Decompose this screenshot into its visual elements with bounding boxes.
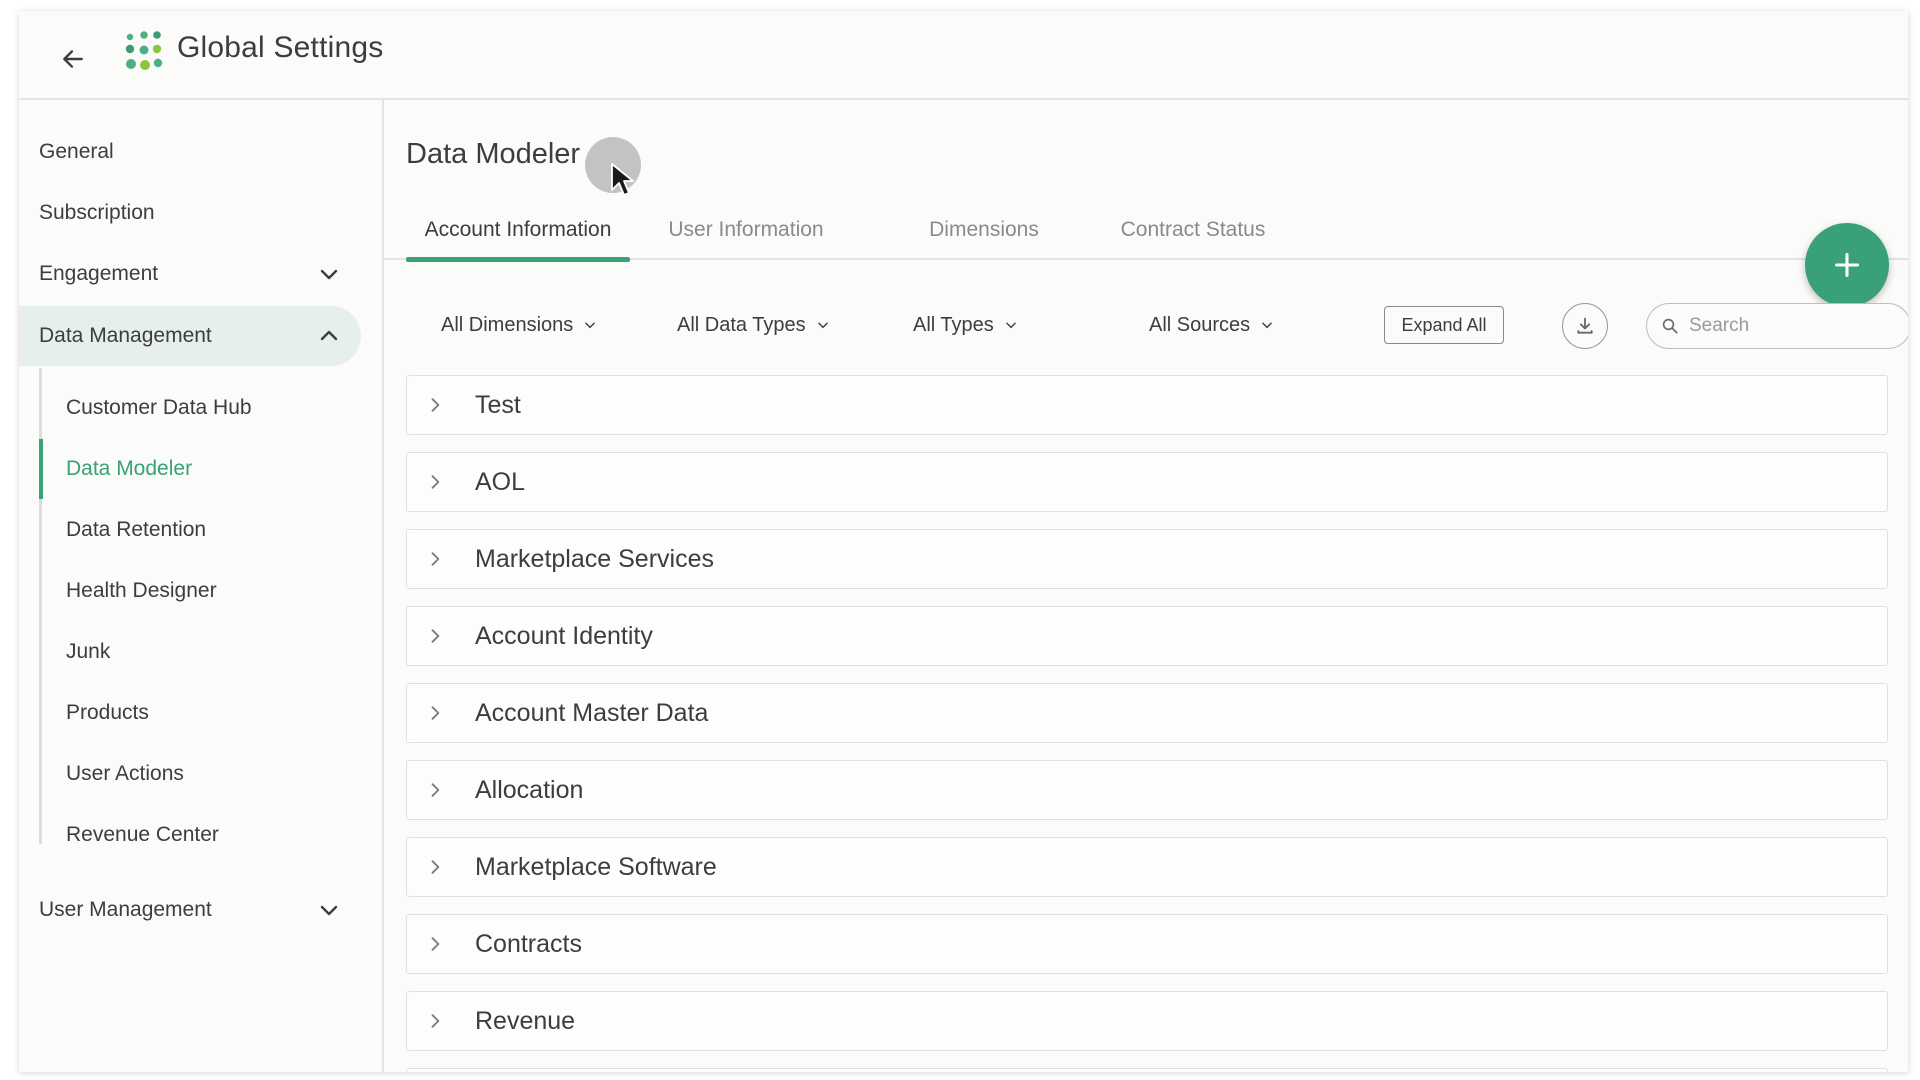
tab-label: User Information bbox=[668, 218, 824, 241]
sidebar-subitem-data-retention[interactable]: Data Retention bbox=[39, 500, 361, 560]
group-label: AOL bbox=[475, 467, 526, 496]
sidebar-subitem-label: Revenue Center bbox=[66, 823, 219, 846]
chevron-right-icon bbox=[431, 475, 440, 489]
sidebar-subitem-label: Data Retention bbox=[66, 518, 207, 541]
sidebar-item-label: User Management bbox=[39, 898, 212, 921]
sidebar-subitem-user-actions[interactable]: User Actions bbox=[39, 744, 361, 804]
sidebar-item-label: Data Management bbox=[39, 324, 212, 347]
chevron-right-icon bbox=[431, 552, 440, 566]
group-label: Marketplace Services bbox=[475, 544, 714, 573]
app-title: Global Settings bbox=[177, 31, 384, 64]
group-row-test[interactable]: Test bbox=[406, 375, 1888, 435]
filter-all-types[interactable]: All Types bbox=[913, 305, 1018, 345]
download-icon bbox=[1577, 317, 1593, 334]
chevron-right-icon bbox=[431, 398, 440, 412]
filter-label: All Types bbox=[913, 313, 994, 336]
tab-bar: Account Information User Information Dim… bbox=[384, 200, 1908, 262]
sidebar-item-user-management[interactable]: User Management bbox=[19, 880, 361, 940]
sidebar-item-subscription[interactable]: Subscription bbox=[19, 183, 361, 243]
chevron-down-icon bbox=[1262, 322, 1272, 329]
tab-account-information[interactable]: Account Information bbox=[406, 200, 630, 262]
mouse-cursor-icon bbox=[611, 163, 634, 196]
filter-all-sources[interactable]: All Sources bbox=[1149, 305, 1274, 345]
sidebar-subitem-products[interactable]: Products bbox=[39, 683, 361, 743]
plus-icon bbox=[1834, 252, 1860, 278]
sidebar-item-label: General bbox=[39, 140, 114, 163]
sidebar-subitem-label: Health Designer bbox=[66, 579, 217, 602]
chevron-right-icon bbox=[431, 706, 440, 720]
sidebar-item-engagement[interactable]: Engagement bbox=[19, 244, 361, 304]
search-input[interactable] bbox=[1689, 315, 1889, 337]
sidebar-item-general[interactable]: General bbox=[19, 122, 361, 182]
group-row-partial[interactable] bbox=[406, 1068, 1888, 1072]
chevron-down-icon bbox=[1005, 322, 1016, 329]
chevron-down-icon bbox=[320, 269, 338, 280]
arrow-left-icon bbox=[63, 50, 83, 68]
group-row-account-identity[interactable]: Account Identity bbox=[406, 606, 1888, 666]
sidebar-subitem-label: Data Modeler bbox=[66, 457, 193, 480]
app-window: Global Settings General Subscription Engag… bbox=[19, 11, 1908, 1072]
expand-all-button[interactable]: Expand All bbox=[1384, 306, 1504, 344]
sidebar-subitem-data-modeler[interactable]: Data Modeler bbox=[39, 439, 361, 499]
sidebar-item-data-management[interactable]: Data Management bbox=[19, 306, 361, 366]
filter-bar: All Dimensions All Data Types All Types … bbox=[384, 295, 1908, 355]
group-row-contracts[interactable]: Contracts bbox=[406, 914, 1888, 974]
app-header: Global Settings bbox=[19, 11, 1908, 100]
chevron-right-icon bbox=[431, 783, 440, 797]
group-label: Test bbox=[475, 390, 521, 419]
search-icon bbox=[1662, 318, 1678, 334]
download-button[interactable] bbox=[1562, 303, 1608, 349]
dots-logo-icon bbox=[125, 31, 163, 70]
group-row-revenue[interactable]: Revenue bbox=[406, 991, 1888, 1051]
group-label: Revenue bbox=[475, 1006, 576, 1035]
sidebar-subitem-revenue-center[interactable]: Revenue Center bbox=[39, 805, 361, 865]
sidebar-subitem-customer-data-hub[interactable]: Customer Data Hub bbox=[39, 378, 361, 438]
sidebar-subitem-label: Junk bbox=[66, 640, 111, 663]
group-row-marketplace-services[interactable]: Marketplace Services bbox=[406, 529, 1888, 589]
chevron-down-icon bbox=[817, 322, 828, 329]
group-row-account-master-data[interactable]: Account Master Data bbox=[406, 683, 1888, 743]
group-row-marketplace-software[interactable]: Marketplace Software bbox=[406, 837, 1888, 897]
sidebar-subitem-health-designer[interactable]: Health Designer bbox=[39, 561, 361, 621]
chevron-right-icon bbox=[431, 629, 440, 643]
group-label: Contracts bbox=[475, 929, 582, 958]
chevron-right-icon bbox=[431, 937, 440, 951]
group-row-aol[interactable]: AOL bbox=[406, 452, 1888, 512]
group-label: Allocation bbox=[475, 775, 584, 804]
sidebar-subitem-junk[interactable]: Junk bbox=[39, 622, 361, 682]
tab-label: Account Information bbox=[424, 218, 612, 241]
sidebar-subitem-label: User Actions bbox=[66, 762, 184, 785]
chevron-right-icon bbox=[431, 860, 440, 874]
tab-label: Contract Status bbox=[1120, 218, 1266, 241]
tab-user-information[interactable]: User Information bbox=[664, 200, 828, 260]
main-content: Data Modeler Account Information User In… bbox=[384, 100, 1908, 1072]
chevron-down-icon bbox=[585, 322, 596, 329]
chevron-up-icon bbox=[320, 330, 338, 341]
settings-sidebar: General Subscription Engagement Data Manage… bbox=[19, 100, 384, 1072]
group-row-allocation[interactable]: Allocation bbox=[406, 760, 1888, 820]
search-box bbox=[1646, 303, 1908, 349]
group-label: Account Master Data bbox=[475, 698, 709, 727]
group-label: Marketplace Software bbox=[475, 852, 717, 881]
sidebar-item-label: Subscription bbox=[39, 201, 155, 224]
filter-all-dimensions[interactable]: All Dimensions bbox=[441, 305, 597, 345]
filter-label: All Dimensions bbox=[441, 313, 574, 336]
filter-label: All Data Types bbox=[677, 313, 806, 336]
page-title: Data Modeler bbox=[406, 138, 581, 170]
chevron-down-icon bbox=[320, 905, 338, 916]
filter-all-data-types[interactable]: All Data Types bbox=[677, 305, 830, 345]
filter-label: All Sources bbox=[1149, 313, 1251, 336]
tab-label: Dimensions bbox=[929, 218, 1039, 241]
chevron-right-icon bbox=[431, 1014, 440, 1028]
back-button[interactable] bbox=[49, 35, 97, 83]
group-label: Account Identity bbox=[475, 621, 653, 650]
sidebar-subitem-label: Customer Data Hub bbox=[66, 396, 252, 419]
tab-dimensions[interactable]: Dimensions bbox=[925, 200, 1043, 260]
sidebar-item-label: Engagement bbox=[39, 262, 159, 285]
sidebar-subitem-label: Products bbox=[66, 701, 149, 724]
tab-contract-status[interactable]: Contract Status bbox=[1118, 200, 1268, 260]
